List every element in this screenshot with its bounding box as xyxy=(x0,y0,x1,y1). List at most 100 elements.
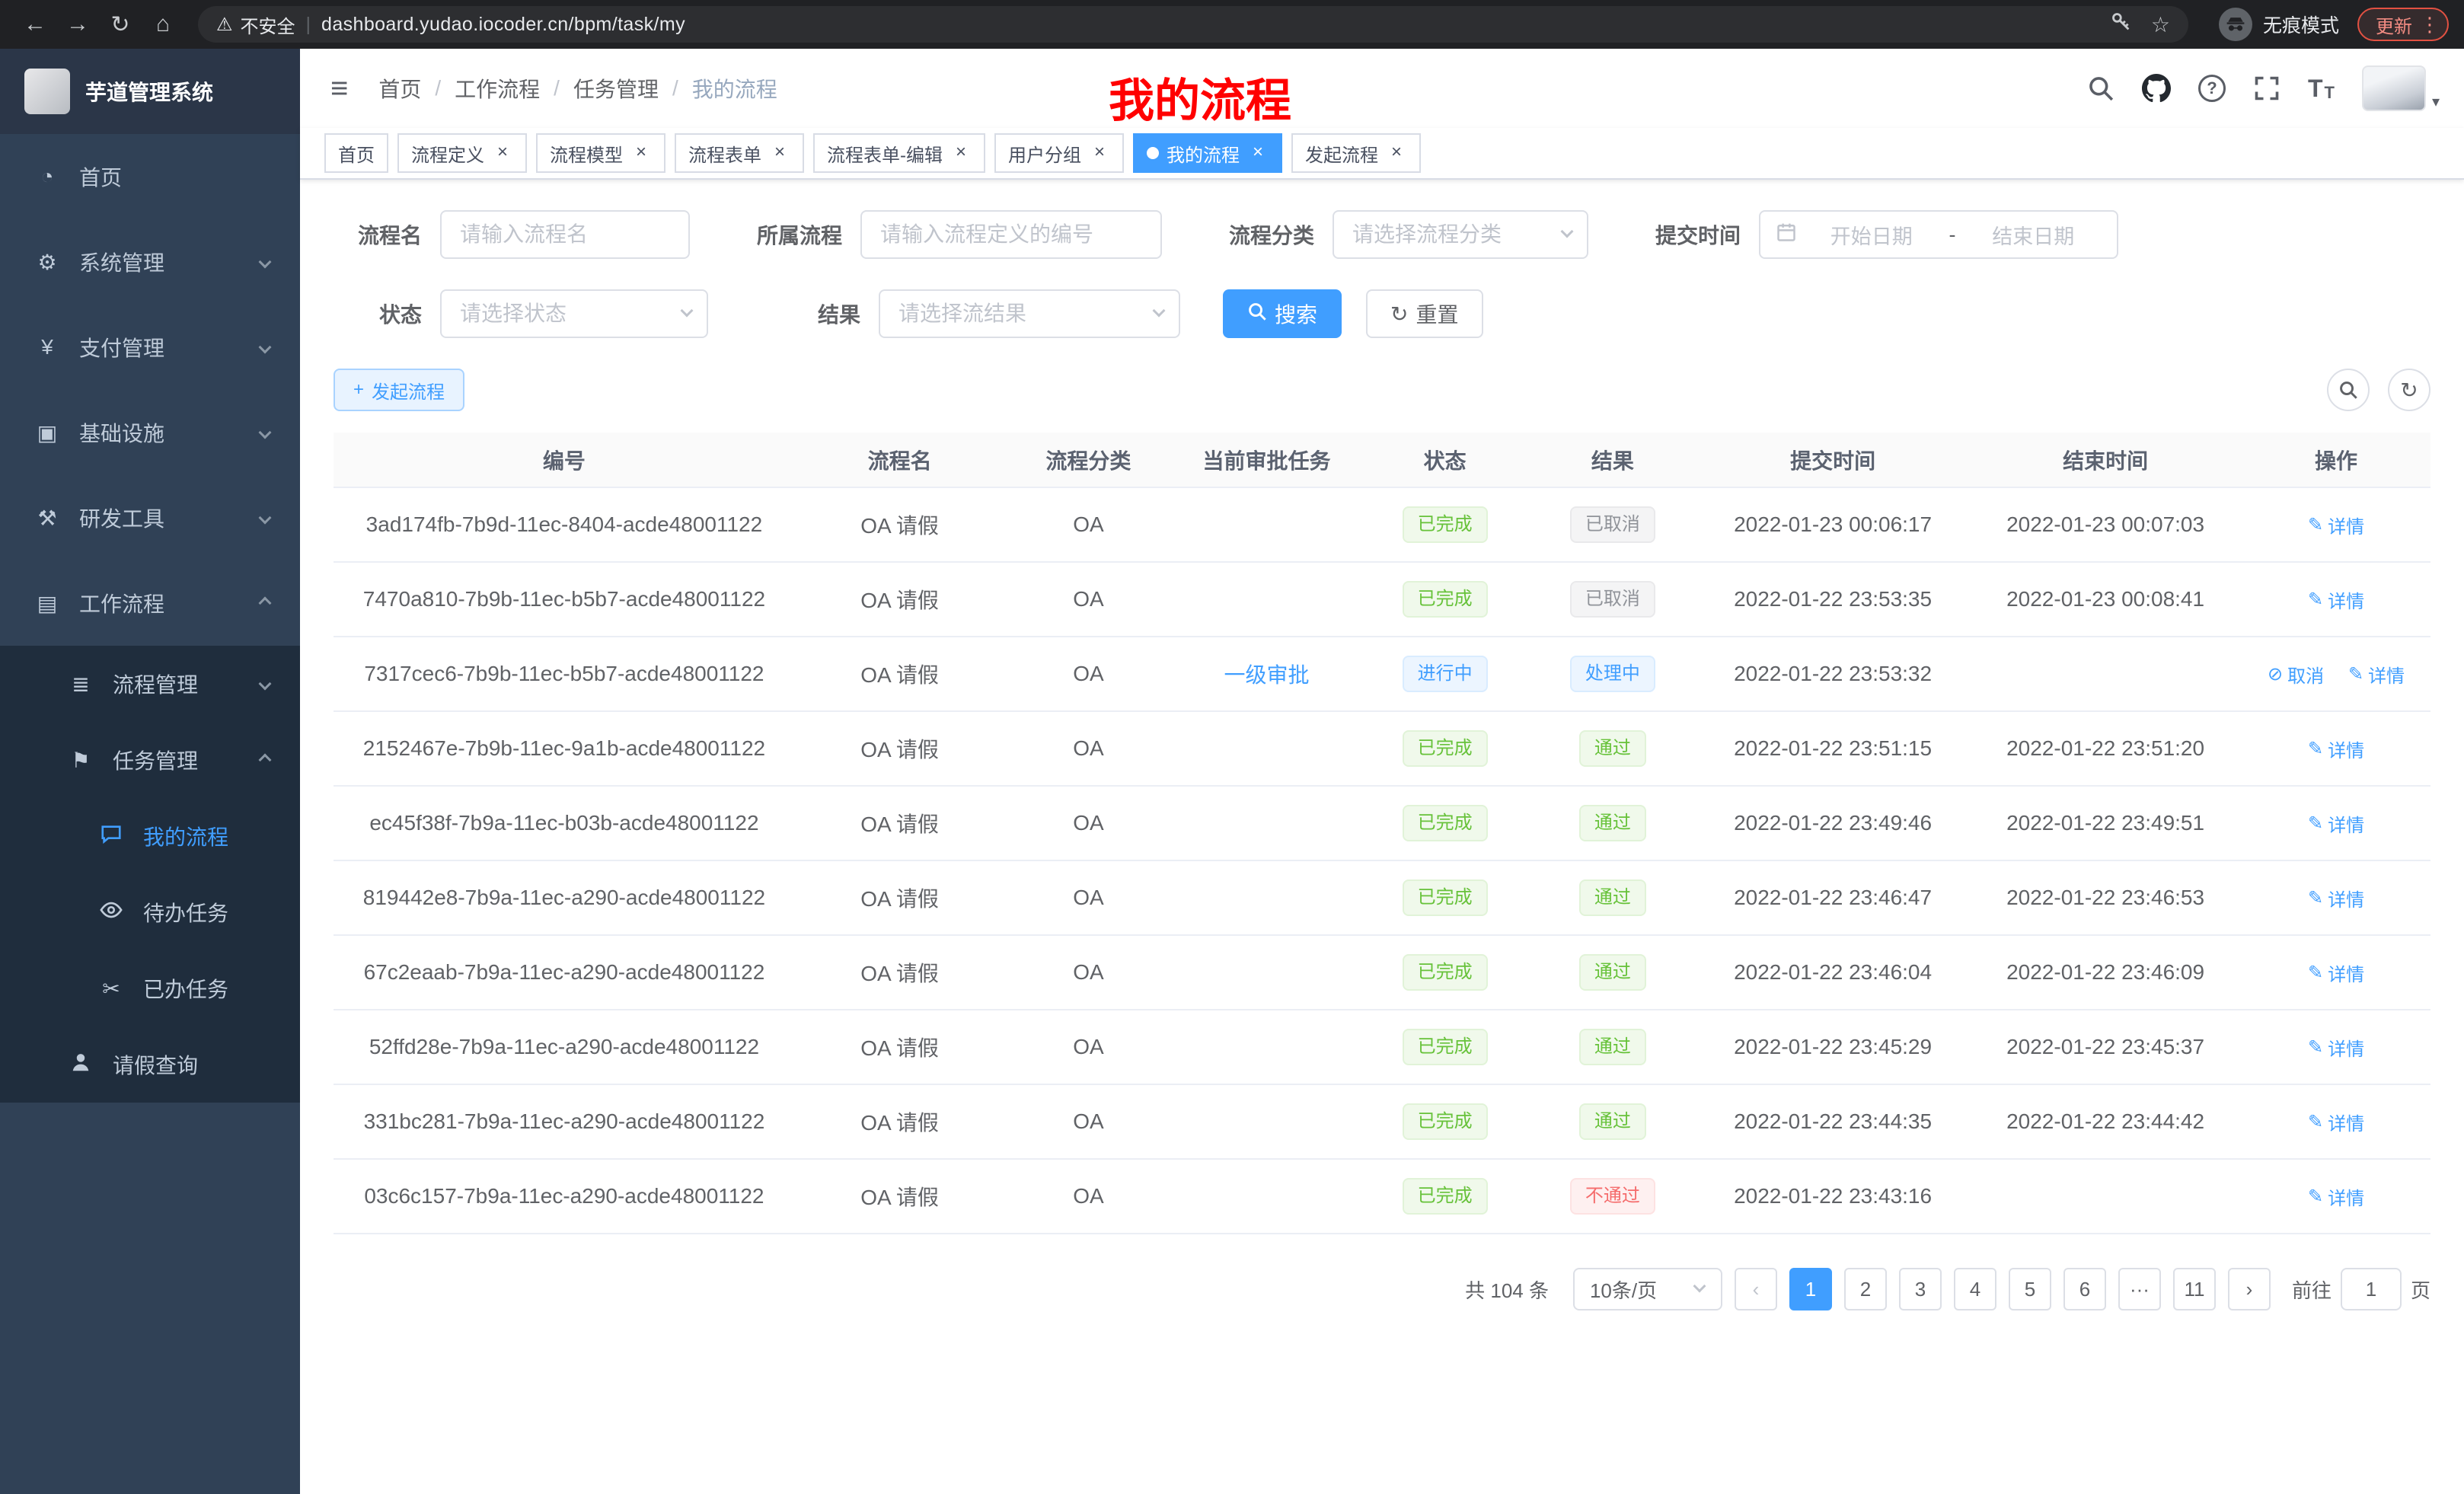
browser-forward-button[interactable]: → xyxy=(58,5,97,44)
tab-start-process[interactable]: 发起流程 × xyxy=(1291,133,1421,173)
page-button[interactable]: 1 xyxy=(1789,1268,1832,1310)
tab-user-group[interactable]: 用户分组 × xyxy=(994,133,1124,173)
search-icon[interactable] xyxy=(2087,75,2115,102)
search-button[interactable]: 搜索 xyxy=(1223,289,1342,338)
toggle-search-button[interactable] xyxy=(2327,369,2370,411)
user-menu[interactable]: ▾ xyxy=(2362,65,2440,111)
browser-back-button[interactable]: ← xyxy=(15,5,55,44)
cell-category: OA xyxy=(1004,786,1172,860)
cell-name: OA 请假 xyxy=(795,1084,1004,1159)
browser-reload-button[interactable]: ↻ xyxy=(101,5,140,44)
sidebar-item-process-management[interactable]: ≣ 流程管理 xyxy=(0,646,300,722)
cancel-link[interactable]: ⊘取消 xyxy=(2268,661,2324,688)
page-button[interactable]: 3 xyxy=(1899,1268,1942,1310)
page-button[interactable]: 5 xyxy=(2009,1268,2051,1310)
cell-task xyxy=(1173,786,1361,860)
close-icon[interactable]: × xyxy=(1386,142,1407,164)
detail-link[interactable]: ✎详情 xyxy=(2308,1034,2364,1061)
sidebar-item-dev-tools[interactable]: ⚒ 研发工具 xyxy=(0,475,300,560)
col-category: 流程分类 xyxy=(1004,433,1172,487)
page-size-select[interactable]: 10条/页 xyxy=(1573,1268,1722,1310)
edit-icon: ✎ xyxy=(2308,962,2323,984)
help-icon[interactable]: ? xyxy=(2198,75,2226,102)
fullscreen-icon[interactable] xyxy=(2253,75,2280,102)
key-icon[interactable] xyxy=(2110,11,2133,39)
bookmark-star-icon[interactable]: ☆ xyxy=(2151,12,2170,37)
table-row: 3ad174fb-7b9d-11ec-8404-acde48001122 OA … xyxy=(334,487,2430,562)
sidebar-item-workflow[interactable]: ▤ 工作流程 xyxy=(0,560,300,646)
tab-process-definition[interactable]: 流程定义 × xyxy=(397,133,527,173)
close-icon[interactable]: × xyxy=(769,142,790,164)
current-task-link[interactable]: 一级审批 xyxy=(1224,663,1310,687)
sidebar-item-infrastructure[interactable]: ▣ 基础设施 xyxy=(0,390,300,475)
detail-link[interactable]: ✎详情 xyxy=(2348,661,2405,688)
cell-task xyxy=(1173,935,1361,1010)
detail-link[interactable]: ✎详情 xyxy=(2308,1109,2364,1135)
cell-category: OA xyxy=(1004,1084,1172,1159)
font-size-icon[interactable]: TT xyxy=(2308,75,2335,103)
process-name-input[interactable] xyxy=(440,210,690,259)
sidebar-item-todo-tasks[interactable]: 待办任务 xyxy=(0,874,300,950)
result-select[interactable] xyxy=(879,289,1180,338)
goto-page-input[interactable] xyxy=(2341,1268,2402,1310)
close-icon[interactable]: × xyxy=(492,142,513,164)
process-definition-input[interactable] xyxy=(860,210,1162,259)
reset-button[interactable]: ↻ 重置 xyxy=(1366,289,1483,338)
detail-link[interactable]: ✎详情 xyxy=(2308,512,2364,538)
browser-update-button[interactable]: 更新 ⋮ xyxy=(2357,8,2449,41)
detail-link[interactable]: ✎详情 xyxy=(2308,736,2364,762)
sidebar-item-home[interactable]: ◔ 首页 xyxy=(0,134,300,219)
sidebar-item-system[interactable]: ⚙ 系统管理 xyxy=(0,219,300,305)
detail-link[interactable]: ✎详情 xyxy=(2308,1183,2364,1210)
browser-home-button[interactable]: ⌂ xyxy=(143,5,183,44)
end-date-placeholder: 结束日期 xyxy=(1965,220,2102,250)
sidebar-item-done-tasks[interactable]: ✂ 已办任务 xyxy=(0,950,300,1026)
hamburger-icon[interactable]: ≡ xyxy=(324,72,354,106)
page-button[interactable]: 4 xyxy=(1954,1268,1996,1310)
close-icon[interactable]: × xyxy=(630,142,652,164)
tab-process-model[interactable]: 流程模型 × xyxy=(536,133,665,173)
refresh-table-button[interactable]: ↻ xyxy=(2388,369,2430,411)
omnibox-divider: | xyxy=(306,14,311,36)
start-process-button[interactable]: + 发起流程 xyxy=(334,369,464,411)
close-icon[interactable]: × xyxy=(1247,142,1269,164)
tab-process-form-edit[interactable]: 流程表单-编辑 × xyxy=(813,133,985,173)
breadcrumb-item[interactable]: 任务管理 xyxy=(573,73,659,104)
result-tag: 通过 xyxy=(1579,805,1646,841)
address-bar[interactable]: ⚠ 不安全 | dashboard.yudao.iocoder.cn/bpm/t… xyxy=(198,6,2188,43)
next-page-button[interactable]: › xyxy=(2228,1268,2271,1310)
tab-process-form[interactable]: 流程表单 × xyxy=(675,133,804,173)
edit-icon: ✎ xyxy=(2308,1186,2323,1208)
close-icon[interactable]: × xyxy=(1089,142,1110,164)
page-button[interactable]: 2 xyxy=(1844,1268,1887,1310)
detail-link[interactable]: ✎详情 xyxy=(2308,885,2364,911)
detail-link[interactable]: ✎详情 xyxy=(2308,586,2364,613)
more-pages-button[interactable]: ··· xyxy=(2118,1268,2161,1310)
breadcrumb-item[interactable]: 首页 xyxy=(378,73,421,104)
breadcrumb-item[interactable]: 工作流程 xyxy=(455,73,540,104)
page-button[interactable]: 6 xyxy=(2063,1268,2106,1310)
detail-link[interactable]: ✎详情 xyxy=(2308,810,2364,837)
process-category-select[interactable] xyxy=(1333,210,1588,259)
sidebar-item-task-management[interactable]: ⚑ 任务管理 xyxy=(0,722,300,798)
detail-link[interactable]: ✎详情 xyxy=(2308,959,2364,986)
browser-menu-icon[interactable]: ⋮ xyxy=(2420,13,2440,37)
sidebar-item-my-processes[interactable]: 我的流程 xyxy=(0,798,300,874)
status-select[interactable] xyxy=(440,289,708,338)
sidebar-item-payment[interactable]: ¥ 支付管理 xyxy=(0,305,300,390)
tab-my-processes[interactable]: 我的流程 × xyxy=(1133,133,1282,173)
tab-home[interactable]: 首页 xyxy=(324,133,388,173)
page-button[interactable]: 11 xyxy=(2173,1268,2216,1310)
breadcrumb-separator: / xyxy=(554,76,560,101)
cell-task xyxy=(1173,562,1361,637)
sidebar-item-leave-query[interactable]: 请假查询 xyxy=(0,1026,300,1103)
github-icon[interactable] xyxy=(2142,74,2171,103)
flag-icon: ⚑ xyxy=(67,748,94,773)
goto-label: 前往 xyxy=(2292,1275,2332,1304)
close-icon[interactable]: × xyxy=(950,142,972,164)
cell-end-time: 2022-01-22 23:51:20 xyxy=(1969,711,2242,786)
table-row: ec45f38f-7b9a-11ec-b03b-acde48001122 OA … xyxy=(334,786,2430,860)
app-logo[interactable]: 芋道管理系统 xyxy=(0,49,300,134)
date-range-picker[interactable]: 开始日期 - 结束日期 xyxy=(1759,210,2118,259)
prev-page-button[interactable]: ‹ xyxy=(1735,1268,1777,1310)
